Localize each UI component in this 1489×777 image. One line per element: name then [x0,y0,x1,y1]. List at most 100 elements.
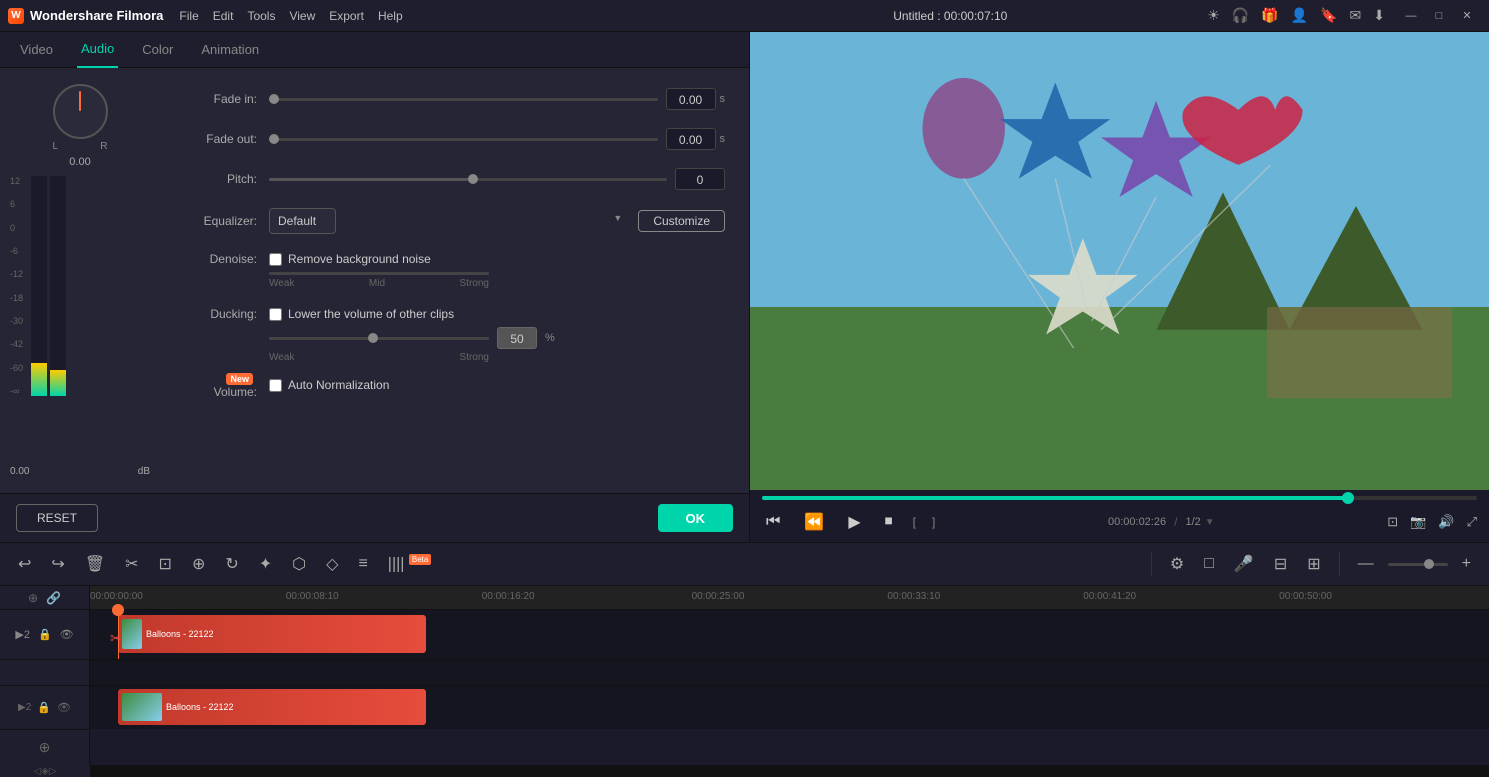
download-icon[interactable]: ⬇ [1373,7,1385,24]
equalizer-label: Equalizer: [184,214,269,228]
add-track-icon[interactable]: ⊕ [28,591,38,605]
crop-button[interactable]: ⊡ [153,550,178,578]
bottom-icon-3[interactable]: ▷ [49,766,57,777]
track-lock-icon[interactable]: 🔒 [38,628,52,641]
headphone-icon[interactable]: 🎧 [1232,7,1249,24]
cut-button[interactable]: ✂ [119,550,144,578]
knob-indicator [79,91,81,111]
sun-icon[interactable]: ☀ [1207,7,1220,24]
pitch-value[interactable]: 0 [675,168,725,190]
clip-thumbnail [122,619,142,649]
zoom-slider[interactable] [1388,563,1448,566]
gift-icon[interactable]: 🎁 [1261,7,1278,24]
fade-out-thumb[interactable] [269,134,279,144]
menu-edit[interactable]: Edit [213,9,234,23]
track-eye-icon[interactable]: 👁 [60,628,74,641]
timeline-scrollbar[interactable] [0,765,1489,777]
fade-out-slider[interactable] [269,138,658,141]
tab-audio[interactable]: Audio [77,32,118,68]
ducking-checkbox-label[interactable]: Lower the volume of other clips [269,307,454,321]
stop-button[interactable]: ⏹ [881,509,897,535]
bottom-icon-1[interactable]: ◁ [33,766,41,777]
zoom-in-timeline-btn[interactable]: + [1456,551,1477,577]
knob-r-label: R [100,141,107,152]
audio-btn[interactable]: 🔊 [1438,514,1454,530]
tab-video[interactable]: Video [16,32,57,68]
mic-btn[interactable]: 🎤 [1228,550,1260,578]
pitch-slider[interactable] [269,178,667,181]
fade-in-thumb[interactable] [269,94,279,104]
menu-help[interactable]: Help [378,9,403,23]
auto-norm-checkbox[interactable] [269,379,282,392]
fade-out-value[interactable]: 0.00 [666,128,716,150]
screen-btn[interactable]: ⊡ [1387,514,1398,530]
track-type-btn[interactable]: □ [1198,551,1220,577]
denoise-checkbox[interactable] [269,253,282,266]
clip-2-thumbnail [122,693,162,721]
rotate-button[interactable]: ↻ [219,550,244,578]
fade-in-value[interactable]: 0.00 [666,88,716,110]
mask-button[interactable]: ⬡ [286,550,312,578]
volume-knob[interactable] [53,84,108,139]
beat-button[interactable]: |||| Beta [382,551,438,577]
meter-fill-left [31,363,47,396]
menu-export[interactable]: Export [329,9,364,23]
redo-button[interactable]: ↪ [45,550,70,578]
menu-tools[interactable]: Tools [247,9,275,23]
fade-in-slider[interactable] [269,98,658,101]
customize-button[interactable]: Customize [638,210,725,232]
track-2-eye[interactable]: 👁 [57,701,71,714]
progress-thumb[interactable] [1342,492,1354,504]
meter-value-display: 0.00 [10,466,29,477]
audio-mix-button[interactable]: ≡ [352,551,373,577]
playback-left-controls: ⏮ ⏪ ▶ ⏹ [ ] [762,508,935,536]
pitch-thumb[interactable] [468,174,478,184]
maximize-button[interactable]: □ [1425,5,1453,27]
zoom-out-btn[interactable]: — [1352,551,1380,577]
fade-in-label: Fade in: [184,92,269,106]
zoom-thumb[interactable] [1424,559,1434,569]
zoom-in-button[interactable]: ⊕ [186,550,211,578]
bracket-end[interactable]: ] [932,515,935,529]
close-button[interactable]: ✕ [1453,5,1481,27]
toolbar-separator-2 [1339,552,1340,576]
bookmark-icon[interactable]: 🔖 [1320,7,1337,24]
menu-view[interactable]: View [289,9,315,23]
mail-icon[interactable]: ✉ [1350,7,1362,24]
minimize-button[interactable]: — [1397,5,1425,27]
track-down-btn[interactable]: ⊟ [1268,550,1293,578]
equalizer-select[interactable]: Default Classical Dance Pop Rock [269,208,336,234]
delete-button[interactable]: 🗑 [79,550,111,578]
track-up-btn[interactable]: ⊞ [1301,550,1326,578]
play-button[interactable]: ▶ [844,508,864,536]
skip-back-button[interactable]: ⏮ [762,509,784,535]
settings-icon-btn[interactable]: ⚙ [1164,550,1190,578]
reset-button[interactable]: RESET [16,504,98,532]
fullscreen-btn[interactable]: ⤢ [1467,514,1477,530]
meter-bar-right [50,176,66,396]
tab-color[interactable]: Color [138,32,177,68]
menu-file[interactable]: File [179,9,198,23]
ok-button[interactable]: OK [658,504,734,532]
undo-button[interactable]: ↩ [12,550,37,578]
auto-norm-label[interactable]: Auto Normalization [269,378,389,392]
track-2-lock[interactable]: 🔒 [37,701,51,714]
denoise-checkbox-label[interactable]: Remove background noise [269,252,431,266]
effects-button[interactable]: ✦ [253,550,278,578]
bracket-start[interactable]: [ [913,515,916,529]
frame-dropdown-icon[interactable]: ▼ [1205,517,1215,528]
ducking-checkbox[interactable] [269,308,282,321]
snapshot-btn[interactable]: 📷 [1410,514,1426,530]
bottom-icon-2[interactable]: ◈ [41,766,49,777]
timeline-clip-1[interactable]: Balloons - 22122 [118,615,426,653]
add-track-button[interactable]: ⊕ [39,739,51,756]
app-name: Wondershare Filmora [30,8,163,23]
progress-bar[interactable] [762,496,1477,500]
profile-icon[interactable]: 👤 [1291,7,1308,24]
keyframe-button[interactable]: ◇ [320,550,344,578]
ducking-value-box[interactable]: 50 [497,327,537,349]
link-icon[interactable]: 🔗 [46,591,61,605]
step-back-button[interactable]: ⏪ [800,508,828,536]
tab-animation[interactable]: Animation [197,32,263,68]
track-2-clip[interactable]: Balloons - 22122 [118,689,426,725]
